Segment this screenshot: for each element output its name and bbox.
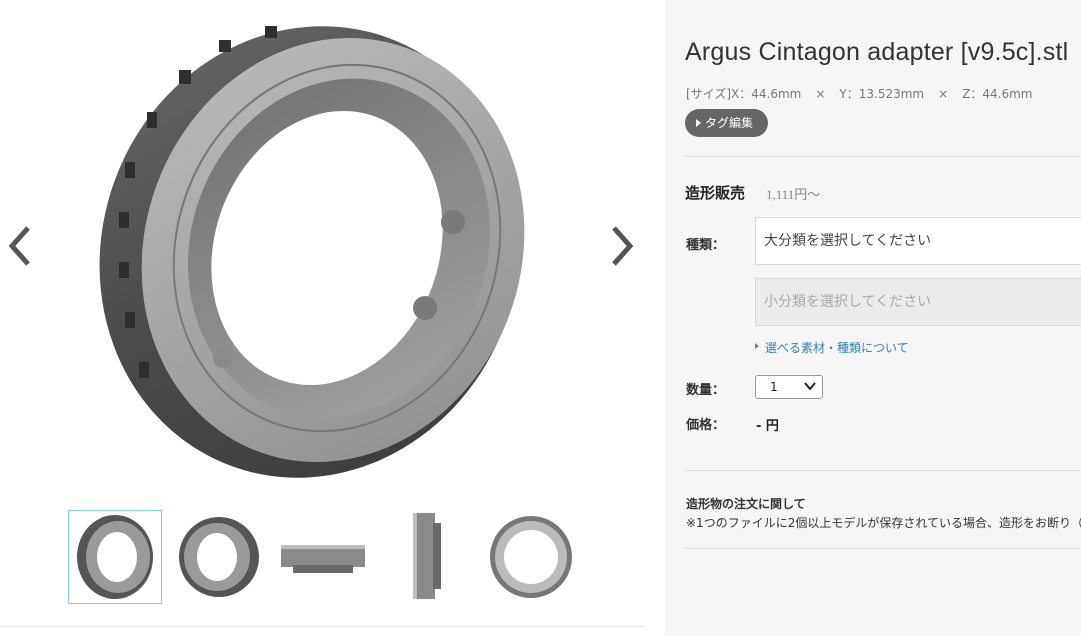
quantity-select[interactable]: 1 xyxy=(755,375,823,399)
sale-price: 1,111円〜 xyxy=(766,187,821,202)
model-3d-preview[interactable] xyxy=(95,12,550,482)
edit-tags-button[interactable]: タグ編集 xyxy=(685,109,769,137)
subcategory-select[interactable]: 小分類を選択してください xyxy=(755,278,1081,326)
size-sep: × xyxy=(938,87,949,101)
triangle-right-icon xyxy=(696,119,701,127)
type-label: 種類： xyxy=(686,238,726,253)
thumbnail-3[interactable] xyxy=(277,511,369,603)
previous-image-button[interactable] xyxy=(4,222,36,270)
triangle-right-icon xyxy=(755,343,759,349)
quantity-label: 数量： xyxy=(686,383,726,398)
notice-text: ※1つのファイルに2個以上モデルが保存されている場合、造形をお断り（ xyxy=(686,516,1081,530)
price-value: - 円 xyxy=(756,419,779,434)
category-select[interactable]: 大分類を選択してください xyxy=(755,217,1081,265)
thumbnail-1[interactable] xyxy=(68,510,162,604)
thumbnail-4[interactable] xyxy=(381,511,473,603)
chevron-down-icon xyxy=(804,382,816,391)
divider xyxy=(685,470,1081,471)
thumbnail-5[interactable] xyxy=(485,511,577,603)
sale-heading: 造形販売 xyxy=(685,184,746,202)
price-label: 価格： xyxy=(686,418,726,433)
divider xyxy=(0,626,645,627)
model-viewer-pane xyxy=(0,0,665,636)
materials-info-link[interactable]: 選べる素材・種類について xyxy=(755,339,909,356)
chevron-left-icon xyxy=(8,226,30,266)
thumbnail-2[interactable] xyxy=(173,511,265,603)
notice-title: 造形物の注文に関して xyxy=(686,497,806,511)
chevron-right-icon xyxy=(612,226,634,266)
size-sep: × xyxy=(815,87,826,101)
next-image-button[interactable] xyxy=(606,222,638,270)
divider xyxy=(685,156,1081,157)
adapter-ring-render xyxy=(99,26,525,478)
size-label: [サイズ] xyxy=(686,87,732,101)
size-z: Z：44.6mm xyxy=(962,87,1033,101)
product-size: [サイズ]X：44.6mm × Y：13.523mm × Z：44.6mm xyxy=(686,85,1047,102)
product-info-panel: Argus Cintagon adapter [v9.5c].stl [サイズ]… xyxy=(665,0,1081,636)
size-x: X：44.6mm xyxy=(731,87,802,101)
product-title: Argus Cintagon adapter [v9.5c].stl xyxy=(685,38,1069,66)
size-y: Y：13.523mm xyxy=(839,87,925,101)
divider xyxy=(685,548,1081,549)
